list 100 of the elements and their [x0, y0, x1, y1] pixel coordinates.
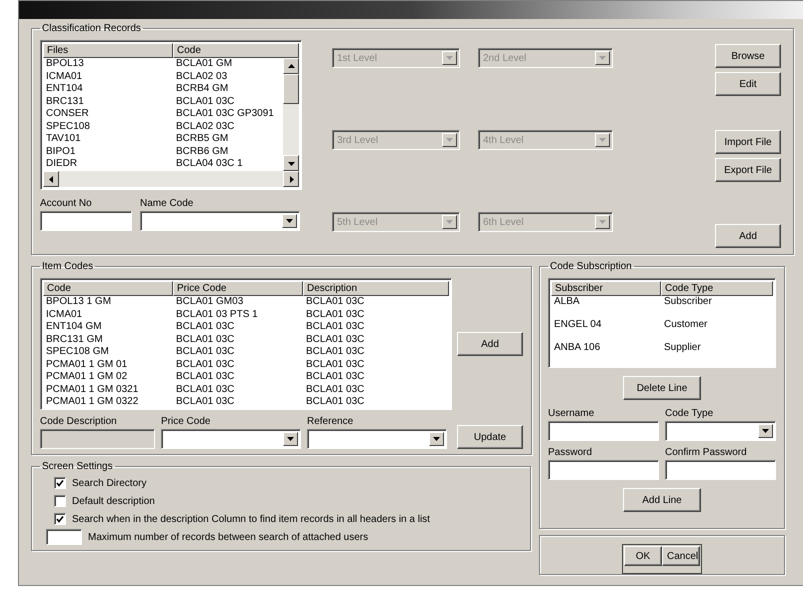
column-header[interactable]: Description: [303, 281, 449, 296]
table-cell-text: BCLA01 03C: [305, 296, 366, 308]
field-label: Code Type: [665, 408, 714, 419]
update-button[interactable]: Update: [457, 425, 523, 449]
add-button[interactable]: Add: [457, 332, 523, 356]
table-cell-text: BCLA01 03C: [305, 308, 366, 321]
dropdown-arrow-icon: [599, 220, 606, 224]
table-cell-text: BCLA01 03C: [175, 371, 236, 384]
field-label: Account No: [40, 198, 93, 209]
number-field[interactable]: [46, 529, 82, 545]
table-cell-text: BCLA01 03C: [175, 321, 236, 334]
table-cell-text: PCMA01 1 GM 0321: [45, 384, 140, 396]
table-cell-text: BCRB6 GM: [175, 146, 230, 158]
table-cell-text: BCLA01 03C: [175, 346, 236, 358]
field-label: Password: [548, 447, 593, 458]
table-cell-text: ENT104 GM: [45, 321, 103, 334]
scroll-up-icon[interactable]: [288, 62, 294, 70]
scroll-left-icon[interactable]: [48, 176, 54, 182]
field-label: Reference: [307, 416, 354, 427]
dropdown-field[interactable]: [665, 421, 776, 441]
table-cell-text: BCRB4 GM: [175, 83, 230, 96]
dropdown-arrow-icon: [599, 138, 606, 142]
dropdown-arrow-icon: [446, 220, 453, 224]
column-header[interactable]: Code Type: [661, 281, 773, 296]
checkbox-label: Default description: [72, 496, 155, 506]
input-field[interactable]: [40, 211, 132, 231]
table-cell-text: BIPO1: [45, 146, 76, 158]
table-cell-text: BCLA01 GM03: [175, 296, 244, 308]
table-cell-text: ENT104: [45, 83, 84, 96]
column-header[interactable]: Code: [173, 43, 299, 58]
table-cell-text: BCLA01 03C: [175, 358, 236, 371]
group-title: Item Codes: [41, 261, 94, 272]
dropdown-arrow-icon: [446, 138, 453, 142]
table-cell-text: SPEC108: [45, 120, 91, 134]
table-cell-text: BCLA01 03C: [305, 396, 366, 407]
table-cell-text: ALBA: [553, 296, 581, 308]
dropdown-field[interactable]: [307, 429, 447, 449]
table-cell-text: BCLA01 03C: [305, 384, 366, 396]
table-cell-text: BCLA02 03C: [175, 120, 236, 134]
field-label: Username: [548, 408, 596, 419]
field-label: Code Description: [40, 416, 118, 427]
dialog-button[interactable]: OK: [624, 546, 662, 566]
dropdown-arrow-icon: [762, 429, 769, 433]
field-label: Name Code: [140, 198, 194, 209]
input-field[interactable]: [665, 460, 776, 480]
table-cell-text: ENGEL 04: [553, 319, 602, 332]
table-cell-text: BCLA01 03C: [175, 396, 236, 407]
checkbox[interactable]: [54, 495, 66, 507]
list-view[interactable]: Files Code BPOL13 BCLA01 GM ICMA01 BCLA02 03 ENT104 BCRB4 GM BRC131 BCLA01 03C CONSER BCLA01 03C GP3091 SPEC108 BCLA02 03C TAV101 BCRB5 GM BIPO1 BCRB6 GM DIEDR BCLA04 03C 1: [40, 40, 302, 190]
table-cell-text: ICMA01: [45, 70, 84, 84]
table-cell-text: Customer: [663, 319, 708, 332]
checkbox[interactable]: [54, 513, 66, 525]
dropdown-field[interactable]: [161, 429, 301, 449]
button[interactable]: Import File: [715, 130, 781, 154]
scroll-down-icon[interactable]: [288, 160, 294, 166]
input-field[interactable]: [548, 421, 659, 441]
column-header[interactable]: Code: [43, 281, 173, 296]
delete-line-button[interactable]: Delete Line: [623, 376, 701, 400]
table-cell-text: SPEC108 GM: [45, 346, 110, 358]
table-cell-text: BCLA01 03C: [305, 321, 366, 334]
column-header[interactable]: Files: [43, 43, 173, 58]
field-label: Maximum number of records between search of attached users: [88, 532, 368, 542]
scrollbar[interactable]: [43, 171, 299, 187]
button[interactable]: Export File: [715, 158, 781, 182]
dropdown-arrow-icon: [599, 56, 606, 60]
column-header[interactable]: Price Code: [173, 281, 303, 296]
table-cell-text: BCLA01 03C GP3091: [175, 108, 275, 121]
checkbox[interactable]: [54, 477, 66, 489]
table-cell-text: BCLA01 03C: [305, 371, 366, 384]
table-cell-text: BCLA01 03C: [305, 346, 366, 358]
table-cell-text: ANBA 106: [553, 342, 602, 354]
button[interactable]: Add: [715, 224, 781, 248]
table-cell-text: PCMA01 1 GM 0322: [45, 396, 140, 407]
table-cell-text: Subscriber: [663, 296, 713, 308]
table-cell-text: BCLA04 03C 1: [175, 158, 244, 171]
button[interactable]: Browse: [715, 44, 781, 68]
column-header[interactable]: Subscriber: [551, 281, 661, 296]
dropdown-field[interactable]: [140, 211, 300, 231]
dialog-button[interactable]: Cancel: [662, 546, 700, 566]
input-field[interactable]: [548, 460, 659, 480]
group-title: Code Subscription: [549, 261, 633, 272]
table-cell-text: BCLA01 03C: [305, 358, 366, 371]
table-cell-text: BCLA01 03C: [175, 384, 236, 396]
table-cell-text: BCLA01 GM: [175, 58, 234, 70]
list-view[interactable]: Subscriber Code Type ALBA Subscriber ENGEL 04 Customer ANBA 106 Supplier: [548, 278, 776, 368]
scrollbar[interactable]: [283, 58, 299, 171]
dropdown-arrow-icon: [433, 437, 440, 441]
table-cell-text: BRC131: [45, 96, 85, 108]
dropdown-arrow-icon: [286, 219, 293, 223]
scroll-right-icon[interactable]: [288, 176, 294, 182]
table-cell-text: PCMA01 1 GM 01: [45, 358, 128, 371]
add-line-button[interactable]: Add Line: [623, 488, 701, 512]
checkbox-label: Search Directory: [72, 478, 146, 488]
checkbox-label: Search when in the description Column to find item records in all headers in a list: [72, 514, 430, 524]
table-cell-text: ICMA01: [45, 308, 84, 321]
table-cell-text: Supplier: [663, 342, 702, 354]
table-cell-text: BPOL13 1 GM: [45, 296, 112, 308]
list-view[interactable]: [40, 278, 452, 410]
button[interactable]: Edit: [715, 72, 781, 96]
table-cell-text: PCMA01 1 GM 02: [45, 371, 128, 384]
